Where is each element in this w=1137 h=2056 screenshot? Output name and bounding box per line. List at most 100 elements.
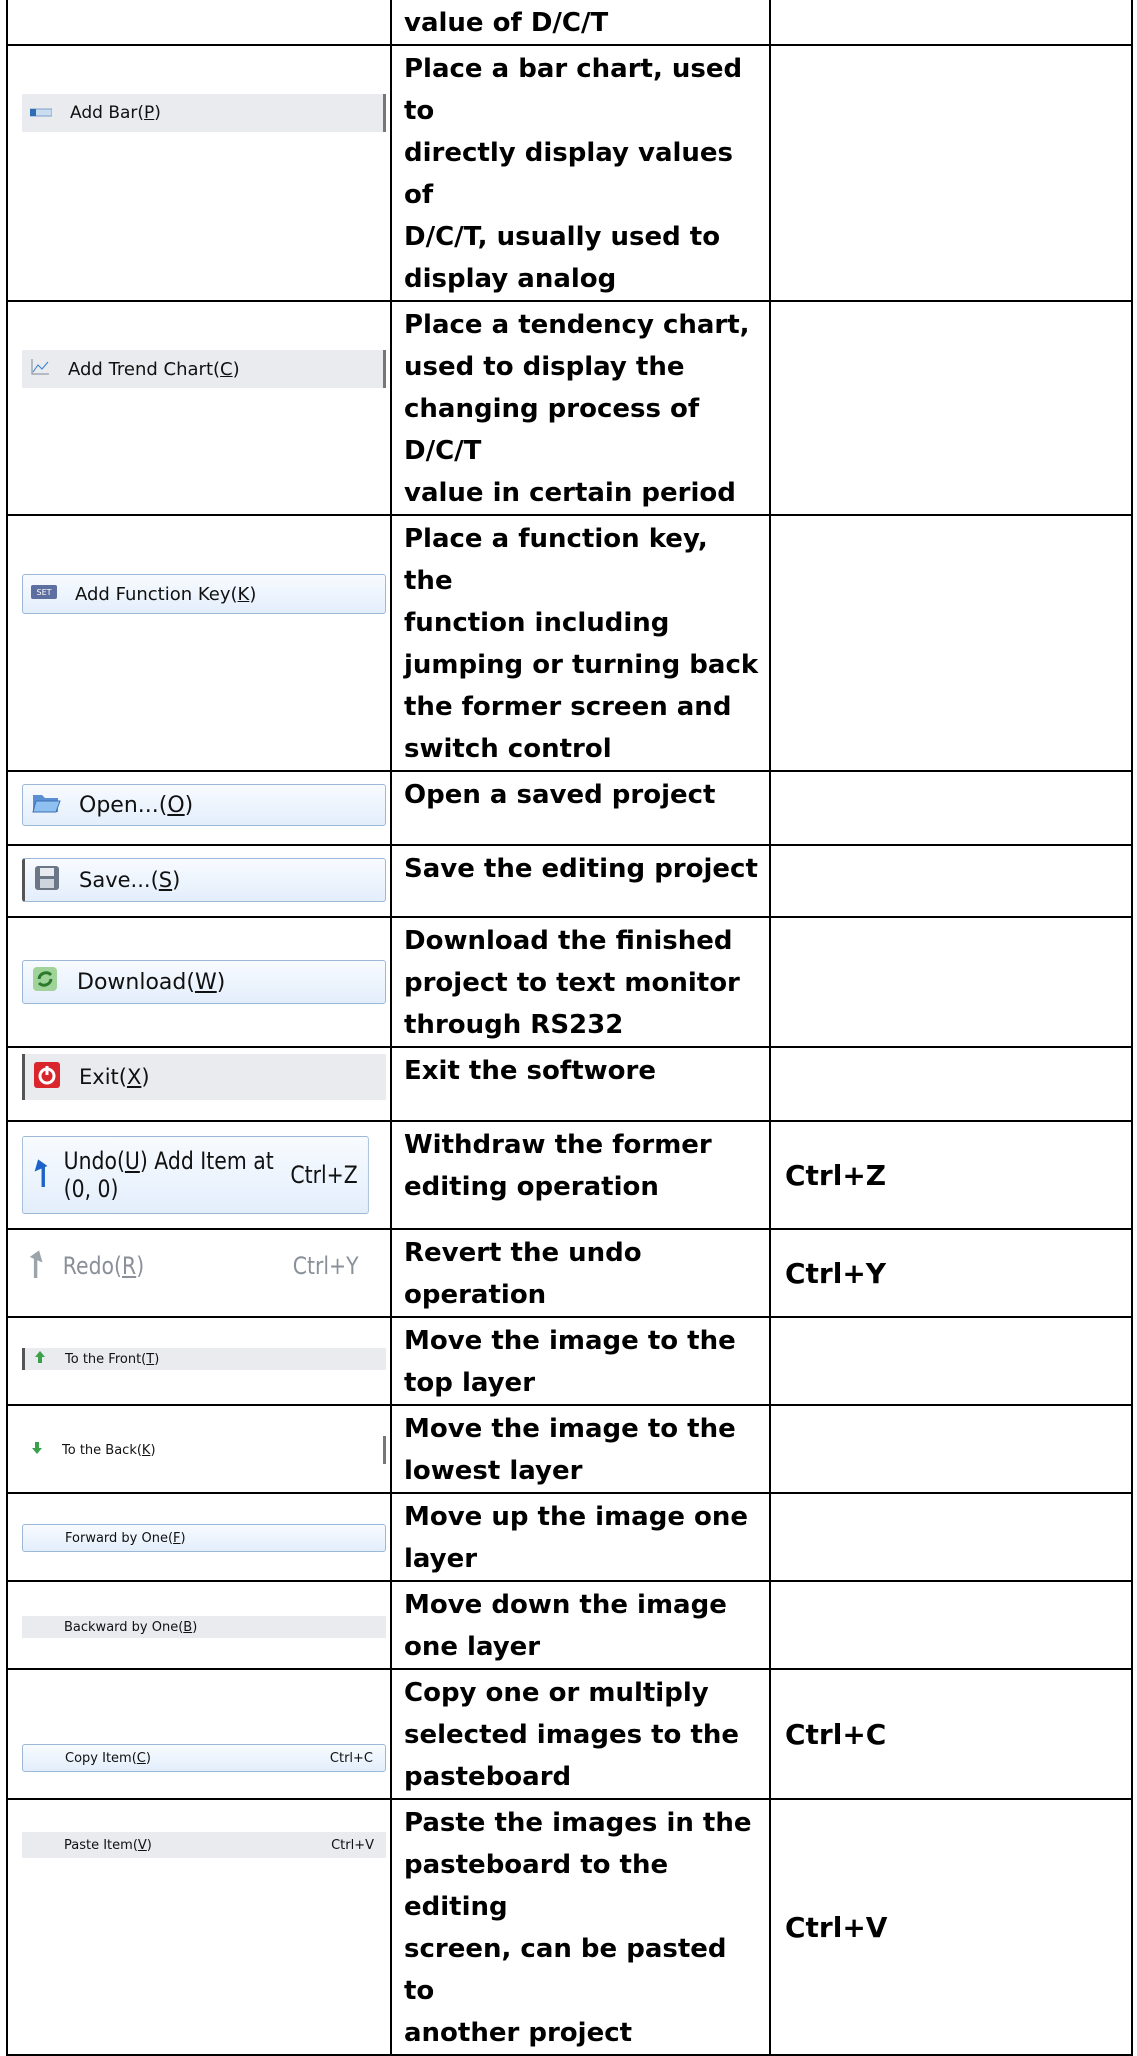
- menu-item-exit[interactable]: Exit(X): [22, 1054, 386, 1100]
- menu-item-add-trend-chart[interactable]: Add Trend Chart(C): [22, 350, 386, 388]
- menu-item-label: Exit(X): [79, 1065, 150, 1089]
- power-icon: [33, 1061, 61, 1094]
- access-key: F: [173, 1530, 181, 1546]
- menu-screenshot-cell: To the Back(K): [6, 1404, 392, 1494]
- access-key: P: [144, 103, 155, 123]
- table-row: Open...(O) Open a saved project: [6, 770, 1133, 846]
- label-text-end: ): [145, 1750, 151, 1766]
- description-cell: Paste the images in the pasteboard to the…: [390, 1798, 771, 2056]
- access-key: S: [158, 868, 173, 892]
- label-text-end: ): [180, 1530, 186, 1546]
- access-key: B: [183, 1619, 193, 1635]
- menu-item-add-bar[interactable]: Add Bar(P): [22, 94, 386, 132]
- label-text-end: ): [232, 358, 240, 380]
- label-text: Copy Item(: [65, 1750, 137, 1766]
- description-cell: Place a function key, the function includ…: [390, 514, 771, 772]
- set-key-icon: SET: [31, 584, 57, 605]
- menu-item-to-the-front[interactable]: To the Front(T): [22, 1348, 386, 1370]
- label-text-end: ): [141, 1065, 150, 1089]
- label-text: Save...(: [79, 868, 159, 892]
- access-key: V: [137, 1837, 147, 1853]
- description-line: Move down the image: [404, 1590, 727, 1620]
- shortcut-cell: Ctrl+Z: [769, 1120, 1133, 1230]
- shortcut-cell: [769, 1404, 1133, 1494]
- label-text-end: ): [154, 103, 161, 123]
- shortcut-cell: [769, 844, 1133, 918]
- table-row: Backward by One(B) Move down the image one…: [6, 1580, 1133, 1670]
- description-line: Place a function key, the: [404, 524, 708, 596]
- menu-item-download[interactable]: Download(W): [22, 960, 386, 1004]
- menu-item-add-function-key[interactable]: SET Add Function Key(K): [22, 574, 386, 614]
- bring-front-icon: [33, 1350, 47, 1368]
- description-cell: Exit the softwore: [390, 1046, 771, 1122]
- table-row: SET Add Function Key(K) Place a function k…: [6, 514, 1133, 772]
- description-cell: Move up the image one layer: [390, 1492, 771, 1582]
- menu-item-open[interactable]: Open...(O): [22, 784, 386, 826]
- menu-item-forward-by-one[interactable]: Forward by One(F): [22, 1524, 386, 1552]
- send-back-icon: [30, 1441, 44, 1459]
- description-line: pasteboard to the editing: [404, 1850, 669, 1922]
- access-key: T: [146, 1351, 155, 1367]
- label-text-end: ): [150, 1442, 156, 1458]
- label-text-end: ): [216, 969, 226, 995]
- label-text-end: ): [154, 1351, 160, 1367]
- label-text-end: ): [249, 583, 257, 605]
- description-line: used to display the: [404, 352, 685, 382]
- menu-item-label: Copy Item(C): [65, 1751, 151, 1766]
- description-cell: Save the editing project: [390, 844, 771, 918]
- table-row: Exit(X) Exit the softwore: [6, 1046, 1133, 1122]
- undo-icon: [30, 1155, 49, 1195]
- description-line: lowest layer: [404, 1456, 583, 1486]
- menu-shortcut: Ctrl+Y: [292, 1252, 359, 1280]
- description-line: Download the finished: [404, 926, 733, 956]
- menu-item-redo[interactable]: Redo(R) Ctrl+Y: [22, 1234, 369, 1298]
- description-line: D/C/T, usually used to: [404, 222, 721, 252]
- label-text: Backward by One(: [64, 1619, 184, 1635]
- description-line: display analog: [404, 264, 617, 294]
- menu-screenshot-cell: Exit(X): [6, 1046, 392, 1122]
- description-line: project to text monitor: [404, 968, 740, 998]
- menu-item-undo[interactable]: Undo(U) Add Item at (0, 0) Ctrl+Z: [22, 1136, 369, 1214]
- description-line: directly display values of: [404, 138, 734, 210]
- menu-item-label: Add Trend Chart(C): [68, 359, 240, 380]
- description-cell: Revert the undo operation: [390, 1228, 771, 1318]
- menu-item-backward-by-one[interactable]: Backward by One(B): [22, 1616, 386, 1638]
- shortcut-cell: [769, 1492, 1133, 1582]
- trend-chart-icon: [30, 358, 50, 381]
- description-cell: Move down the image one layer: [390, 1580, 771, 1670]
- menu-item-paste-item[interactable]: Paste Item(V) Ctrl+V: [22, 1832, 386, 1858]
- menu-shortcut: Ctrl+V: [331, 1837, 374, 1853]
- description-line: Place a bar chart, used to: [404, 54, 743, 126]
- label-text: Open...(: [79, 792, 168, 818]
- description-line: through RS232: [404, 1010, 624, 1040]
- menu-item-to-the-back[interactable]: To the Back(K): [22, 1436, 386, 1464]
- description-cell: Move the image to the top layer: [390, 1316, 771, 1406]
- menu-shortcut: Ctrl+Z: [290, 1161, 358, 1189]
- label-text-end: ): [136, 1252, 145, 1280]
- menu-item-save[interactable]: Save...(S): [22, 858, 386, 902]
- description-cell: Place a tendency chart, used to display t…: [390, 300, 771, 516]
- menu-item-label: Paste Item(V): [64, 1838, 152, 1853]
- description-cell: Open a saved project: [390, 770, 771, 846]
- menu-item-label: Add Bar(P): [70, 103, 161, 123]
- description-line: changing process of D/C/T: [404, 394, 700, 466]
- label-text: To the Front(: [65, 1351, 147, 1367]
- menu-item-label: Backward by One(B): [64, 1620, 197, 1635]
- shortcut-cell: [769, 1316, 1133, 1406]
- description-cell: Place a bar chart, used to directly displ…: [390, 44, 771, 302]
- label-text-end: ): [172, 868, 181, 892]
- description-line: the former screen and: [404, 692, 732, 722]
- description-line: another project: [404, 2018, 633, 2048]
- menu-shortcut: Ctrl+C: [329, 1750, 373, 1766]
- table-row: Save...(S) Save the editing project: [6, 844, 1133, 918]
- table-row: Undo(U) Add Item at (0, 0) Ctrl+Z Withdraw…: [6, 1120, 1133, 1230]
- access-key: C: [136, 1750, 146, 1766]
- menu-item-label: Redo(R): [63, 1252, 144, 1280]
- menu-screenshot-cell: [6, 0, 392, 46]
- table-row: Download(W) Download the finished project …: [6, 916, 1133, 1048]
- menu-item-copy-item[interactable]: Copy Item(C) Ctrl+C: [22, 1744, 386, 1772]
- label-text: Add Bar(: [70, 103, 145, 123]
- menu-screenshot-cell: Undo(U) Add Item at (0, 0) Ctrl+Z: [6, 1120, 392, 1230]
- label-text: Paste Item(: [64, 1837, 138, 1853]
- description-line: operation: [404, 1280, 547, 1310]
